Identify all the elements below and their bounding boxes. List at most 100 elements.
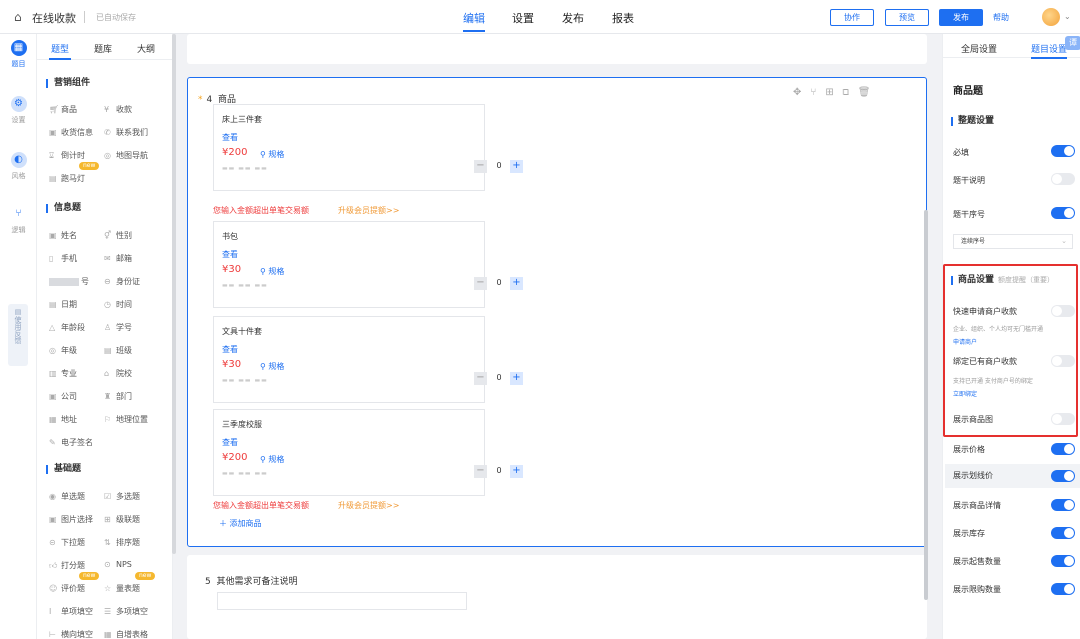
comp-id-number[interactable]: 号 [49, 276, 89, 287]
numbering-select[interactable]: 连续序号 ⌄ [953, 234, 1073, 249]
show-strike-price-toggle[interactable] [1051, 470, 1075, 482]
comp-map-nav[interactable]: ◎ 地图导航 [104, 150, 148, 161]
comp-auto-table[interactable]: ▦ 自增表格 [104, 629, 148, 639]
logic-icon[interactable]: ⑂ [810, 87, 825, 98]
comp-image-choice[interactable]: ▣ 图片选择 [49, 514, 93, 525]
comp-contact[interactable]: ✆ 联系我们 [104, 127, 148, 138]
comp-payment[interactable]: ¥ 收款 [104, 104, 132, 115]
comp-department[interactable]: ♜ 部门 [104, 391, 132, 402]
comp-product[interactable]: 🛒︎ 商品 [49, 104, 77, 115]
product-item[interactable]: 三季度校服 查看 ¥200 ⚲ 规格 ▬▬ ▬▬ ▬▬ − 0 + [213, 409, 523, 496]
comp-evaluation[interactable]: ☺ 评价题 [49, 583, 85, 594]
show-detail-toggle[interactable] [1051, 499, 1075, 511]
rail-item-questions[interactable]: ▦ 题目 [0, 40, 37, 69]
comp-multi-fill[interactable]: ☰ 多项填空 [104, 606, 148, 617]
tab-question-bank[interactable]: 题库 [94, 42, 112, 55]
comp-age-range[interactable]: △ 年龄段 [49, 322, 85, 333]
comp-major[interactable]: ▥ 专业 [49, 368, 77, 379]
product-spec-link[interactable]: ⚲ 规格 [260, 149, 284, 160]
nav-edit[interactable]: 编辑 [463, 10, 485, 26]
comp-address[interactable]: ▦ 地址 [49, 414, 77, 425]
move-icon[interactable]: ✥ [793, 87, 810, 98]
minus-icon[interactable]: − [474, 372, 487, 385]
product-spec-link[interactable]: ⚲ 规格 [260, 266, 284, 277]
product-view-link[interactable]: 查看 [222, 344, 238, 355]
comp-countdown[interactable]: ⌛︎ 倒计时 [49, 150, 85, 161]
product-view-link[interactable]: 查看 [222, 132, 238, 143]
tab-outline[interactable]: 大纲 [137, 42, 155, 55]
product-view-link[interactable]: 查看 [222, 249, 238, 260]
comp-phone[interactable]: ▯ 手机 [49, 253, 77, 264]
add-icon[interactable]: ⊞ [825, 87, 842, 98]
notes-input[interactable] [217, 592, 467, 610]
nav-report[interactable]: 报表 [612, 10, 634, 26]
stem-desc-toggle[interactable] [1051, 173, 1075, 185]
product-item[interactable]: 书包 查看 ¥30 ⚲ 规格 ▬▬ ▬▬ ▬▬ − 0 + [213, 221, 523, 308]
comp-id-card[interactable]: ⊖ 身份证 [104, 276, 140, 287]
show-min-qty-toggle[interactable] [1051, 555, 1075, 567]
canvas-scrollbar[interactable] [924, 210, 928, 600]
tab-question-types[interactable]: 题型 [51, 42, 69, 55]
rail-item-style[interactable]: ◐ 风格 [0, 152, 37, 181]
tab-global-settings[interactable]: 全局设置 [961, 42, 997, 55]
avatar[interactable] [1042, 8, 1060, 26]
comp-signature[interactable]: ✎ 电子签名 [49, 437, 93, 448]
comp-dropdown[interactable]: ⊝ 下拉题 [49, 537, 85, 548]
product-item[interactable]: 床上三件套 查看 ¥200 ⚲ 规格 ▬▬ ▬▬ ▬▬ − 0 + [213, 104, 523, 191]
comp-time[interactable]: ◷ 时间 [104, 299, 132, 310]
show-limit-qty-toggle[interactable] [1051, 583, 1075, 595]
comp-email[interactable]: ✉ 邮箱 [104, 253, 132, 264]
comp-single-fill[interactable]: I 单项填空 [49, 606, 93, 617]
upgrade-link[interactable]: 升级会员提额>> [338, 205, 399, 216]
product-view-link[interactable]: 查看 [222, 437, 238, 448]
comp-scale[interactable]: ☆ 量表题 [104, 583, 140, 594]
add-product-button[interactable]: ＋ 添加商品 [219, 518, 262, 529]
comp-name[interactable]: ▣ 姓名 [49, 230, 77, 241]
product-spec-link[interactable]: ⚲ 规格 [260, 361, 284, 372]
upgrade-link[interactable]: 升级会员提额>> [338, 500, 399, 511]
product-item[interactable]: 文具十件套 查看 ¥30 ⚲ 规格 ▬▬ ▬▬ ▬▬ − 0 + [213, 316, 523, 403]
previous-question-card[interactable] [187, 34, 927, 64]
comp-single-choice[interactable]: ◉ 单选题 [49, 491, 85, 502]
comp-shipping[interactable]: ▣ 收货信息 [49, 127, 93, 138]
minus-icon[interactable]: − [474, 160, 487, 173]
rail-item-logic[interactable]: ⑂ 逻辑 [0, 206, 37, 235]
plus-icon[interactable]: + [510, 160, 523, 173]
required-toggle[interactable] [1051, 145, 1075, 157]
show-price-toggle[interactable] [1051, 443, 1075, 455]
comp-nps[interactable]: ⊙ NPS [104, 560, 132, 569]
comp-company[interactable]: ▣ 公司 [49, 391, 77, 402]
tab-question-settings[interactable]: 题目设置 [1031, 42, 1067, 55]
comp-geo-location[interactable]: ⚐ 地理位置 [104, 414, 148, 425]
chevron-down-icon[interactable]: ⌄ [1064, 12, 1071, 21]
rail-item-settings[interactable]: ⚙ 设置 [0, 96, 37, 125]
stem-number-toggle[interactable] [1051, 207, 1075, 219]
panel-scrollbar[interactable] [172, 34, 176, 554]
plus-icon[interactable]: + [510, 372, 523, 385]
collab-button[interactable]: 协作 [830, 9, 874, 26]
comp-class[interactable]: ▤ 班级 [104, 345, 132, 356]
comp-rating[interactable]: 👍︎ 打分题 [49, 560, 85, 571]
comp-marquee[interactable]: ▤ 跑马灯 [49, 173, 85, 184]
home-icon[interactable]: ⌂ [14, 10, 22, 24]
nav-publish[interactable]: 发布 [562, 10, 584, 26]
comp-multi-choice[interactable]: ☑ 多选题 [104, 491, 140, 502]
comp-student-id[interactable]: ♙ 学号 [104, 322, 132, 333]
comp-sort[interactable]: ⇅ 排序题 [104, 537, 140, 548]
product-spec-link[interactable]: ⚲ 规格 [260, 454, 284, 465]
plus-icon[interactable]: + [510, 277, 523, 290]
question-card-notes[interactable]: 5 其他需求可备注说明 [187, 555, 927, 639]
show-stock-toggle[interactable] [1051, 527, 1075, 539]
copy-icon[interactable]: ⧉ [843, 87, 858, 98]
feedback-button[interactable]: ▤ 使用反馈 [8, 304, 28, 366]
minus-icon[interactable]: − [474, 277, 487, 290]
nav-settings[interactable]: 设置 [512, 10, 534, 26]
help-link[interactable]: 帮助 [993, 12, 1009, 23]
comp-cascade[interactable]: ⊞ 级联题 [104, 514, 140, 525]
preview-button[interactable]: 预览 [885, 9, 929, 26]
plus-icon[interactable]: + [510, 465, 523, 478]
comp-date[interactable]: ▤ 日期 [49, 299, 77, 310]
comp-grade[interactable]: ◎ 年级 [49, 345, 77, 356]
comp-school[interactable]: ⌂ 院校 [104, 368, 132, 379]
assistant-icon[interactable]: 谭 [1065, 36, 1080, 50]
